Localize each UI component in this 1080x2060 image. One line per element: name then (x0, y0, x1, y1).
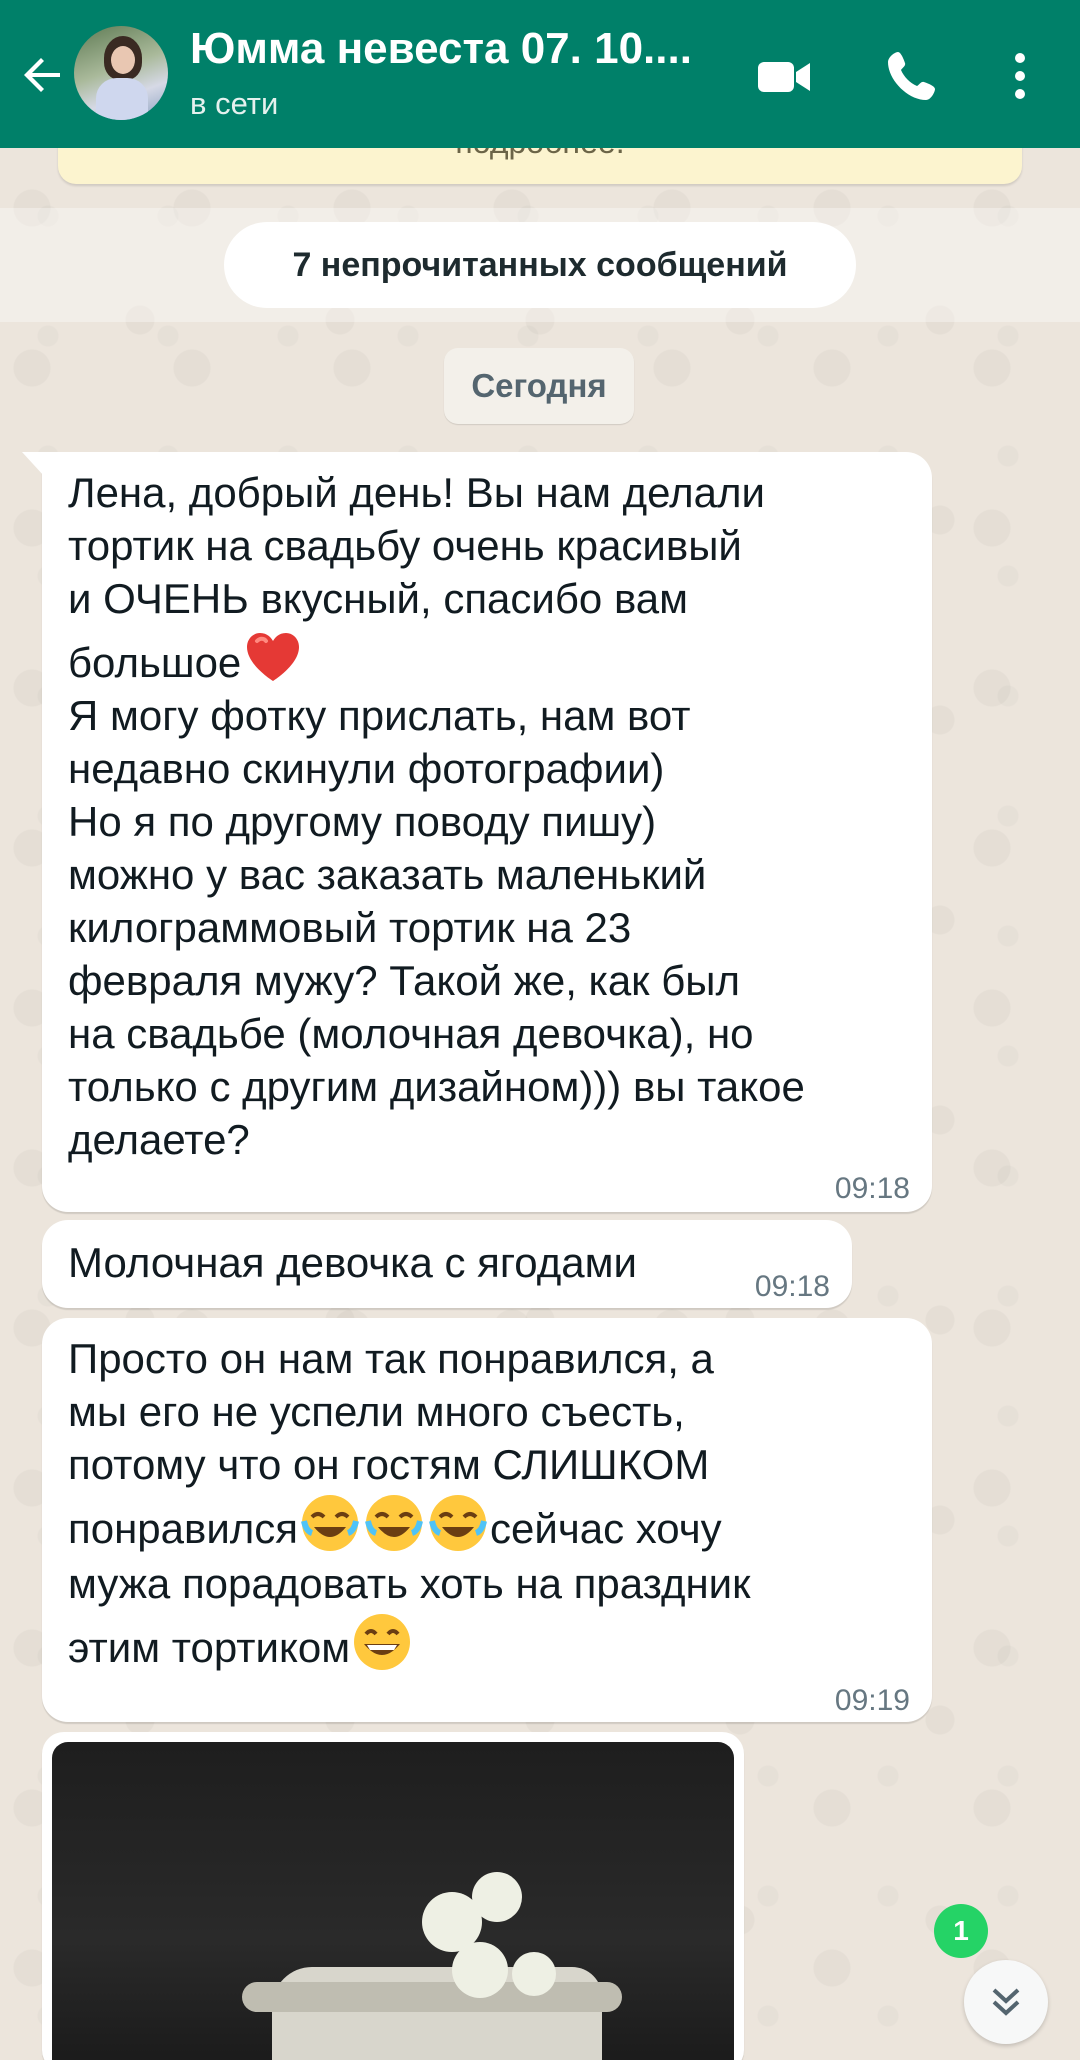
message-text: Молочная девочка с ягодами (68, 1239, 637, 1286)
phone-call-icon[interactable] (880, 44, 944, 108)
more-options-icon[interactable] (992, 44, 1048, 108)
scroll-to-bottom-button[interactable] (964, 1960, 1048, 2044)
contact-name[interactable]: Юмма невеста 07. 10.... (190, 24, 720, 74)
message-time: 09:18 (834, 1172, 910, 1205)
unread-messages-divider: 7 непрочитанных сообщений (224, 222, 856, 308)
image-message-bubble[interactable] (42, 1732, 744, 2060)
chat-header: Юмма невеста 07. 10.... в сети (0, 0, 1080, 148)
message-time: 09:18 (754, 1270, 830, 1303)
grinning-face-icon (350, 1610, 414, 1674)
message-text: Просто он нам так понравился, а мы его н… (68, 1332, 751, 1676)
flower-decoration (472, 1872, 522, 1922)
message-bubble[interactable]: Лена, добрый день! Вы нам делали тортик … (22, 452, 932, 1212)
bubble-tail (22, 452, 44, 476)
message-bubble[interactable]: Просто он нам так понравился, а мы его н… (42, 1318, 932, 1722)
cake-ruffle (242, 1982, 622, 2012)
message-bubble[interactable]: Молочная девочка с ягодами 09:18 (42, 1220, 852, 1308)
contact-status: в сети (190, 86, 279, 121)
tears-of-joy-icon (298, 1491, 362, 1555)
date-divider: Сегодня (444, 348, 634, 424)
flower-decoration (452, 1942, 508, 1998)
back-arrow-icon[interactable] (16, 48, 70, 102)
tears-of-joy-icon (426, 1491, 490, 1555)
message-time: 09:19 (834, 1684, 910, 1717)
wedding-cake-photo[interactable] (52, 1742, 734, 2060)
contact-avatar[interactable] (74, 26, 168, 120)
double-chevron-down-icon (992, 1988, 1020, 2016)
flower-decoration (512, 1952, 556, 1996)
unread-count-badge: 1 (934, 1904, 988, 1958)
video-call-icon[interactable] (752, 44, 816, 108)
message-text: Лена, добрый день! Вы нам делали тортик … (68, 469, 805, 1163)
red-heart-icon (241, 625, 305, 689)
tears-of-joy-icon (362, 1491, 426, 1555)
